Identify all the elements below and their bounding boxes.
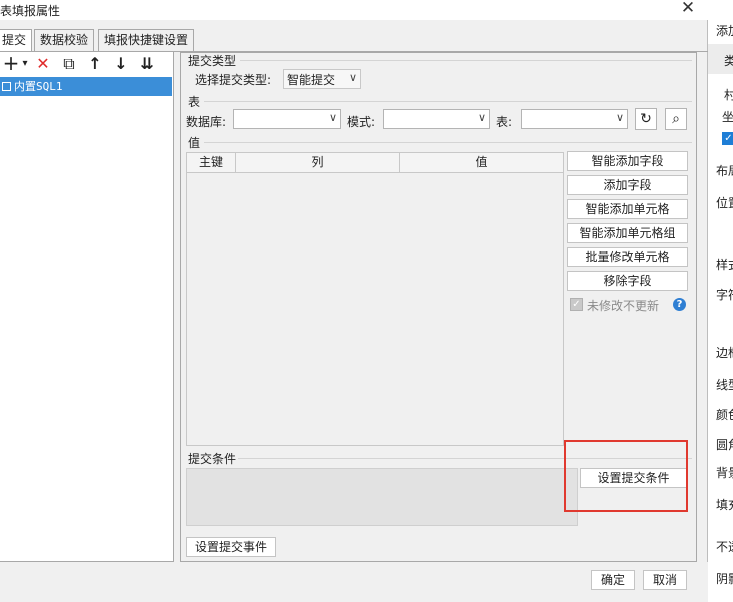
batch-modify-cells-button[interactable]: 批量修改单元格	[567, 247, 688, 267]
move-up-icon[interactable]: ↑	[84, 54, 106, 74]
database-label: 数据库:	[186, 115, 227, 129]
smart-add-field-button[interactable]: 智能添加字段	[567, 151, 688, 171]
bg-label-position: 位置	[716, 196, 733, 210]
submit-condition-section-label: 提交条件	[188, 452, 237, 466]
bg-label-background: 背景	[716, 466, 733, 480]
copy-icon[interactable]: ⧉	[58, 54, 80, 74]
sql-item-icon	[2, 82, 11, 91]
table-header: 主键 列 值	[187, 153, 563, 173]
no-update-checkbox[interactable]: ✓	[570, 298, 583, 311]
submit-type-label: 选择提交类型:	[195, 73, 272, 87]
dialog-title: 报表填报属性	[0, 4, 61, 18]
table-label: 表:	[496, 115, 513, 129]
ok-button[interactable]: 确定	[591, 570, 635, 590]
set-submit-event-button[interactable]: 设置提交事件	[186, 537, 276, 557]
column-header-primary-key[interactable]: 主键	[187, 153, 236, 173]
chevron-down-icon: ∨	[348, 71, 357, 84]
database-select[interactable]: ∨	[233, 109, 341, 129]
tab-submit[interactable]: 提交	[0, 29, 33, 52]
chevron-down-icon: ∨	[328, 111, 337, 124]
column-header-column[interactable]: 列	[236, 153, 400, 173]
mode-label: 模式:	[347, 115, 376, 129]
submit-type-section-label: 提交类型	[188, 54, 237, 68]
delete-icon[interactable]: ✕	[32, 54, 54, 74]
help-icon[interactable]: ?	[673, 298, 686, 311]
cancel-button[interactable]: 取消	[643, 570, 687, 590]
table-section-separator	[204, 101, 692, 102]
submit-type-separator	[240, 60, 692, 61]
bg-label-cun: 村	[724, 88, 733, 102]
bg-label-type: 类	[724, 54, 733, 68]
submit-list-panel	[0, 52, 174, 562]
column-header-value[interactable]: 值	[400, 153, 563, 173]
remove-field-button[interactable]: 移除字段	[567, 271, 688, 291]
bg-label-zuo: 坐	[722, 110, 733, 124]
table-section-label: 表	[188, 95, 201, 109]
mode-select[interactable]: ∨	[383, 109, 490, 129]
bg-label-opacity: 不透	[716, 540, 733, 554]
background-properties-panel: 添加 类 村 坐 ✓ 布局 位置 样式 字符 边框 线型 颜色 圆角 背景 填充…	[708, 0, 733, 602]
bg-label-layout: 布局	[716, 164, 733, 178]
chevron-down-icon: ∨	[615, 111, 624, 124]
add-field-button[interactable]: 添加字段	[567, 175, 688, 195]
bg-label-style: 样式	[716, 258, 733, 272]
dialog-titlebar: 报表填报属性 ✕	[0, 0, 708, 20]
bg-label-radius: 圆角	[716, 438, 733, 452]
bg-label-shadow: 阴影	[716, 572, 733, 586]
chevron-down-icon: ∨	[477, 111, 486, 124]
tab-data-validation[interactable]: 数据校验	[34, 29, 95, 51]
submit-type-select[interactable]: 智能提交 ∨	[283, 69, 361, 89]
table-select[interactable]: ∨	[521, 109, 628, 129]
move-bottom-icon[interactable]: ⇊	[136, 54, 158, 74]
highlight-box	[564, 440, 688, 512]
bg-label-color: 颜色	[716, 408, 733, 422]
submit-type-value: 智能提交	[287, 73, 336, 87]
bg-label-add: 添加	[716, 24, 733, 38]
search-icon[interactable]: ⌕	[665, 108, 687, 130]
smart-add-cell-button[interactable]: 智能添加单元格	[567, 199, 688, 219]
bg-label-font: 字符	[716, 288, 733, 302]
refresh-icon[interactable]: ↻	[635, 108, 657, 130]
tab-shortcut-settings[interactable]: 填报快捷键设置	[98, 29, 195, 51]
bg-checkbox[interactable]: ✓	[722, 132, 733, 145]
value-section-label: 值	[188, 136, 201, 150]
smart-add-cell-group-button[interactable]: 智能添加单元格组	[567, 223, 688, 243]
close-icon[interactable]: ✕	[678, 0, 698, 18]
field-mapping-table[interactable]: 主键 列 值	[186, 152, 564, 446]
value-section-separator	[204, 142, 692, 143]
bg-label-linetype: 线型	[716, 378, 733, 392]
bg-label-fill: 填充	[716, 498, 733, 512]
tree-item-label: 内置SQL1	[14, 80, 63, 93]
bg-label-border: 边框	[716, 346, 733, 360]
submit-condition-display	[186, 468, 578, 526]
move-down-icon[interactable]: ↓	[110, 54, 132, 74]
no-update-label: 未修改不更新	[587, 299, 660, 313]
tree-item-builtin-sql[interactable]: 内置SQL1	[0, 77, 172, 96]
